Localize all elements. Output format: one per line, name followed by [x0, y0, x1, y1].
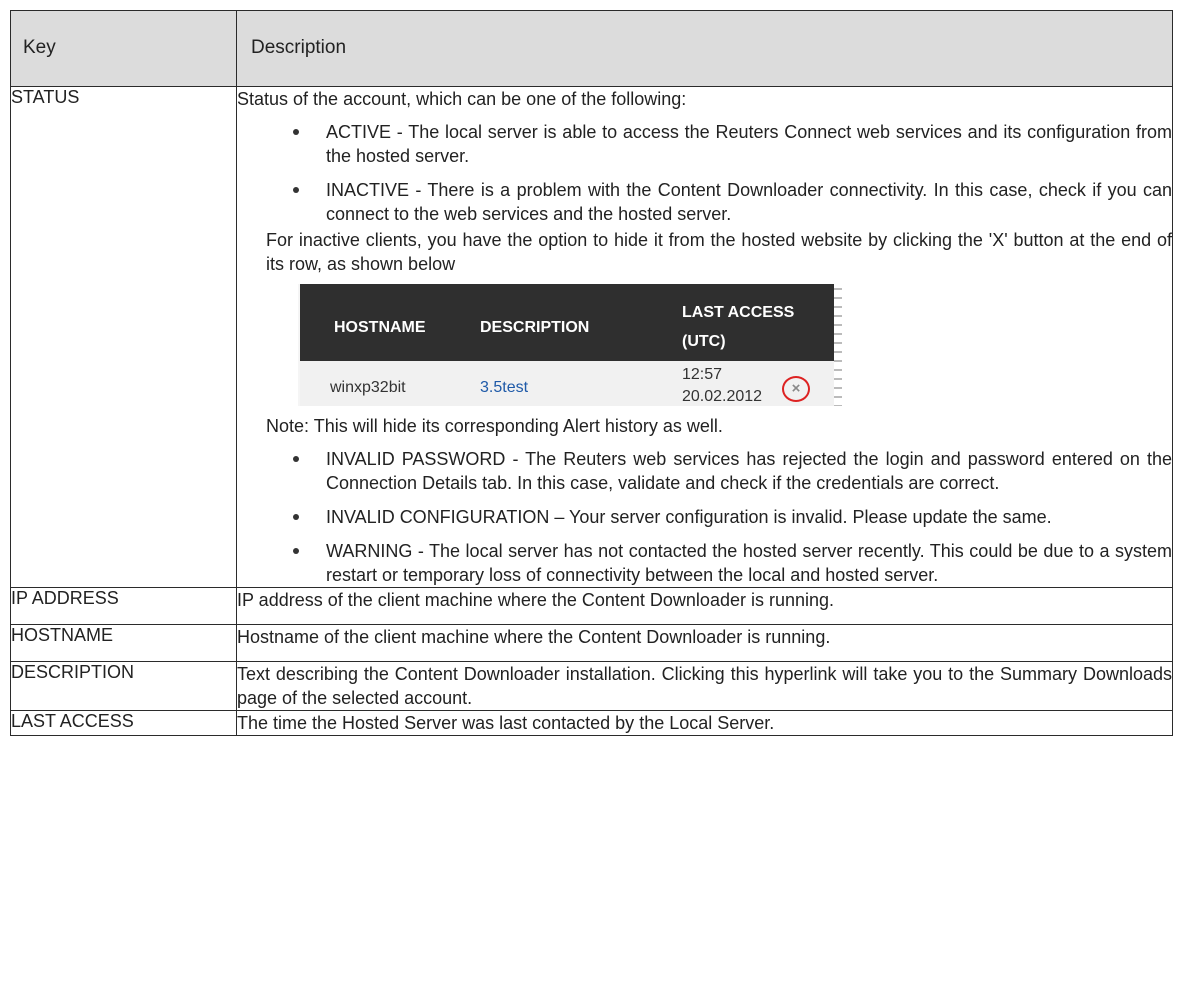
- bullet-icon: [293, 514, 299, 520]
- inactive-note: For inactive clients, you have the optio…: [266, 230, 1172, 274]
- hosted-table-screenshot: HOSTNAME DESCRIPTION LAST ACCESS (UTC) w…: [298, 284, 842, 406]
- row-description: Text describing the Content Downloader i…: [236, 661, 1173, 711]
- hide-note-block: Note: This will hide its corresponding A…: [237, 414, 1172, 438]
- screenshot-description-link[interactable]: 3.5test: [480, 376, 528, 400]
- row-description: Status of the account, which can be one …: [236, 86, 1173, 588]
- list-item: INACTIVE - There is a problem with the C…: [237, 178, 1172, 226]
- list-item: WARNING - The local server has not conta…: [237, 539, 1172, 587]
- list-item: INVALID PASSWORD - The Reuters web servi…: [237, 447, 1172, 495]
- row-description: The time the Hosted Server was last cont…: [236, 710, 1173, 736]
- bullet-icon: [293, 548, 299, 554]
- row-key: DESCRIPTION: [10, 661, 237, 711]
- bullet-icon: [293, 456, 299, 462]
- header-key: Key: [10, 10, 237, 87]
- row-description: IP address of the client machine where t…: [236, 587, 1173, 625]
- screenshot-time: 12:57: [682, 366, 723, 383]
- screenshot-col-last-access-unit: (UTC): [682, 333, 726, 350]
- table-header-row: Key Description: [10, 10, 1173, 87]
- screenshot-date: 20.02.2012: [682, 388, 763, 405]
- row-key: STATUS: [10, 86, 237, 588]
- status-list-a: ACTIVE - The local server is able to acc…: [237, 120, 1172, 226]
- table-row-ip-address: IP ADDRESS IP address of the client mach…: [10, 587, 1173, 625]
- table-row-last-access: LAST ACCESS The time the Hosted Server w…: [10, 710, 1173, 736]
- inactive-note-block: For inactive clients, you have the optio…: [237, 228, 1172, 276]
- row-key: IP ADDRESS: [10, 587, 237, 625]
- hide-note: Note: This will hide its corresponding A…: [266, 416, 723, 436]
- screenshot-col-description: DESCRIPTION: [480, 319, 590, 336]
- bullet-icon: [293, 187, 299, 193]
- list-item: INVALID CONFIGURATION – Your server conf…: [237, 505, 1172, 529]
- row-description: Hostname of the client machine where the…: [236, 624, 1173, 662]
- table-row-hostname: HOSTNAME Hostname of the client machine …: [10, 624, 1173, 662]
- key-description-table: Key Description STATUS Status of the acc…: [10, 10, 1173, 736]
- screenshot-row: winxp32bit 3.5test 12:57 20.02.2012: [300, 361, 842, 406]
- table-row-description: DESCRIPTION Text describing the Content …: [10, 661, 1173, 711]
- status-intro: Status of the account, which can be one …: [237, 89, 687, 109]
- torn-edge: [834, 284, 842, 406]
- screenshot-col-last-access: LAST ACCESS: [682, 304, 795, 321]
- table-row-status: STATUS Status of the account, which can …: [10, 86, 1173, 588]
- hide-row-close-icon[interactable]: ×: [782, 376, 810, 402]
- row-key: LAST ACCESS: [10, 710, 237, 736]
- screenshot-hostname: winxp32bit: [330, 379, 406, 396]
- status-list-b: INVALID PASSWORD - The Reuters web servi…: [237, 447, 1172, 587]
- list-item: ACTIVE - The local server is able to acc…: [237, 120, 1172, 168]
- row-key: HOSTNAME: [10, 624, 237, 662]
- header-description: Description: [236, 10, 1173, 87]
- screenshot-header: HOSTNAME DESCRIPTION LAST ACCESS (UTC): [300, 284, 842, 361]
- bullet-icon: [293, 129, 299, 135]
- screenshot-col-hostname: HOSTNAME: [334, 319, 426, 336]
